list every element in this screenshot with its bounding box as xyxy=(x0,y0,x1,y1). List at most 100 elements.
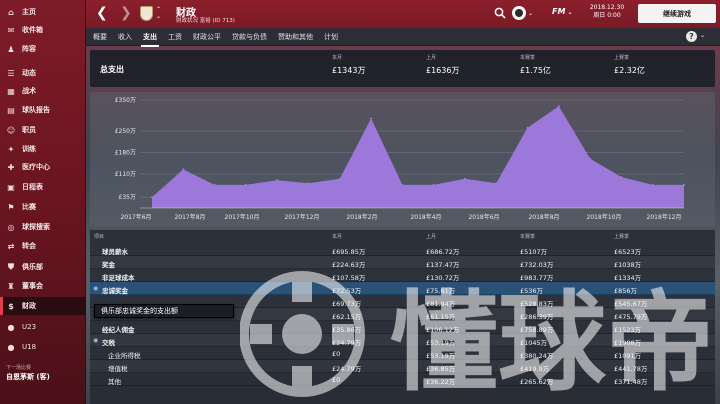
tab-2[interactable]: 支出 xyxy=(141,32,159,47)
chart-point[interactable] xyxy=(151,196,153,199)
fm-menu-button[interactable]: FM ⌄ xyxy=(552,7,573,16)
tab-7[interactable]: 计划 xyxy=(324,32,338,42)
chart-x-tick-label: 2018年4月 xyxy=(410,213,441,221)
chart-point[interactable] xyxy=(463,177,466,180)
club-crest-icon[interactable] xyxy=(140,6,153,21)
row-value: £441.78万 xyxy=(614,365,648,373)
tab-1[interactable]: 收入 xyxy=(118,32,132,42)
help-icon[interactable]: ? xyxy=(686,31,697,42)
row-name: 交税 xyxy=(102,339,115,347)
chart-point[interactable] xyxy=(244,183,247,186)
back-arrow-icon[interactable]: ❮ xyxy=(96,5,108,21)
sidebar-item-training[interactable]: ✦ 训练 xyxy=(0,140,86,158)
sidebar-item-report[interactable]: ▤ 球队报告 xyxy=(0,101,86,119)
tab-6[interactable]: 赞助和其他 xyxy=(278,32,313,42)
chart-point[interactable] xyxy=(370,117,373,120)
date-display[interactable]: 2018.12.30 周日 0:00 xyxy=(584,4,630,23)
forward-arrow-icon[interactable]: ❯ xyxy=(120,5,132,21)
expenditure-chart: £350万 £250万 £180万 £110万 £35万 2017年6月 2017年8月 20… xyxy=(90,92,715,226)
row-value: £107.58万 xyxy=(332,274,366,282)
chart-point[interactable] xyxy=(432,183,435,186)
tab-4[interactable]: 财政公平 xyxy=(193,32,221,42)
table-row[interactable]: 经纪人佣金 £35.86万 £106.12万 £758.89万 £1523万 xyxy=(90,321,715,334)
sidebar-item-finance[interactable]: $ 财政 xyxy=(0,297,86,315)
chart-point[interactable] xyxy=(276,179,279,182)
table-row[interactable]: ◉ 交税 £24.79万 £53.19万 £1045万 £1908万 xyxy=(90,334,715,347)
sidebar-item-scouting[interactable]: ◎ 球探搜索 xyxy=(0,218,86,236)
chart-point[interactable] xyxy=(683,183,685,186)
row-value: £24.79万 xyxy=(332,365,362,373)
sidebar-item-calendar[interactable]: ▣ 日程表 xyxy=(0,178,86,196)
table-column-header[interactable]: 上月 xyxy=(426,233,436,240)
expand-icon[interactable]: ◉ xyxy=(93,337,100,344)
sidebar-item-inbox[interactable]: ✉ 收件箱 xyxy=(0,21,86,39)
sidebar-item-label: 日程表 xyxy=(22,183,43,191)
tab-0[interactable]: 概要 xyxy=(93,32,107,42)
chart-point[interactable] xyxy=(401,183,404,186)
table-column-header[interactable]: 上赛季 xyxy=(614,233,629,240)
row-value: £35.86万 xyxy=(332,326,362,334)
table-row[interactable]: 非足球成本 £107.58万 £130.72万 £983.77万 £1334万 xyxy=(90,269,715,282)
sidebar-item-staff[interactable]: ☺ 职员 xyxy=(0,121,86,139)
transfer-icon: ⇄ xyxy=(7,241,15,251)
table-row[interactable]: 增值税 £24.79万 £36.85万 £419.9万 £441.78万 xyxy=(90,360,715,373)
chart-point[interactable] xyxy=(338,177,341,180)
sidebar-item-competition[interactable]: ⚑ 比赛 xyxy=(0,198,86,216)
sidebar-item-label: 球探搜索 xyxy=(22,223,50,231)
chart-point[interactable] xyxy=(307,182,310,185)
continue-button[interactable]: 继续游戏 xyxy=(638,4,716,23)
chart-point[interactable] xyxy=(589,157,592,160)
fm-logo-text: FM xyxy=(552,7,566,16)
sidebar-item-home[interactable]: ⌂ 主页 xyxy=(0,3,86,21)
chart-point[interactable] xyxy=(213,183,216,186)
chart-point[interactable] xyxy=(495,182,498,185)
sidebar-item-dynamics[interactable]: ☰ 动态 xyxy=(0,64,86,82)
table-column-header[interactable]: 项目 xyxy=(94,233,104,240)
table-row[interactable]: ◉ 忠诚奖金 £72.53万 £75.61万 £536万 £856万 xyxy=(90,282,715,295)
tab-5[interactable]: 贷款与负债 xyxy=(232,32,267,42)
search-icon[interactable] xyxy=(494,7,506,19)
row-value: £380.24万 xyxy=(520,352,554,360)
club-switch-chevron-icon[interactable]: ⌃ ⌄ xyxy=(156,6,161,20)
row-value: £545.67万 xyxy=(614,300,648,308)
chart-point[interactable] xyxy=(620,176,623,179)
sidebar-item-label: 财政 xyxy=(22,302,36,310)
chart-point[interactable] xyxy=(182,168,185,171)
table-column-header[interactable]: 本月 xyxy=(332,233,342,240)
tactics-icon: ▦ xyxy=(7,86,15,96)
u18-icon: ● xyxy=(7,342,15,352)
summary-column-value: £1636万 xyxy=(426,66,460,75)
sidebar-item-board[interactable]: ♜ 董事会 xyxy=(0,277,86,295)
sidebar-item-tactics[interactable]: ▦ 战术 xyxy=(0,82,86,100)
sidebar-item-squad[interactable]: ♟ 阵容 xyxy=(0,40,86,58)
table-row[interactable]: 其他 £0 £36.22万 £265.62万 £371.48万 xyxy=(90,373,715,386)
chart-area-series[interactable] xyxy=(152,106,684,208)
summary-column-value: £1.75亿 xyxy=(520,66,551,75)
sidebar-item-u23[interactable]: ● U23 xyxy=(0,318,86,336)
row-value: £528.83万 xyxy=(520,300,554,308)
table-row[interactable]: 奖金 £224.63万 £137.47万 £732.03万 £1038万 xyxy=(90,256,715,269)
globe-icon xyxy=(512,6,526,20)
sidebar-item-club[interactable]: ⛊ 俱乐部 xyxy=(0,258,86,276)
next-match[interactable]: 下一场比赛 自恩茅斯 (客) xyxy=(6,364,82,382)
row-value: £53.19万 xyxy=(426,339,456,347)
sidebar-item-medical[interactable]: ✚ 医疗中心 xyxy=(0,158,86,176)
chart-point[interactable] xyxy=(526,126,529,129)
table-column-header[interactable]: 本赛季 xyxy=(520,233,535,240)
table-row[interactable]: 球员薪水 £695.85万 £686.72万 £5107万 £6523万 xyxy=(90,243,715,256)
world-menu-button[interactable]: ⌄ xyxy=(512,5,538,21)
tab-3[interactable]: 工资 xyxy=(168,32,182,42)
sidebar-item-transfer[interactable]: ⇄ 转会 xyxy=(0,237,86,255)
u23-icon: ● xyxy=(7,322,15,332)
chart-point[interactable] xyxy=(557,105,560,108)
chart-point[interactable] xyxy=(651,183,654,186)
table-row[interactable]: 企业所得税 £0 £53.19万 £380.24万 £1091万 xyxy=(90,347,715,360)
help-chevron-icon[interactable]: ⌄ xyxy=(700,32,705,39)
chart-y-tick-label: £250万 xyxy=(115,128,136,135)
row-value: £536万 xyxy=(520,287,544,295)
sidebar-item-u18[interactable]: ● U18 xyxy=(0,338,86,356)
training-icon: ✦ xyxy=(7,144,15,154)
row-value: £1523万 xyxy=(614,326,642,334)
expand-icon[interactable]: ◉ xyxy=(93,285,100,292)
next-match-opponent: 自恩茅斯 (客) xyxy=(6,373,50,381)
